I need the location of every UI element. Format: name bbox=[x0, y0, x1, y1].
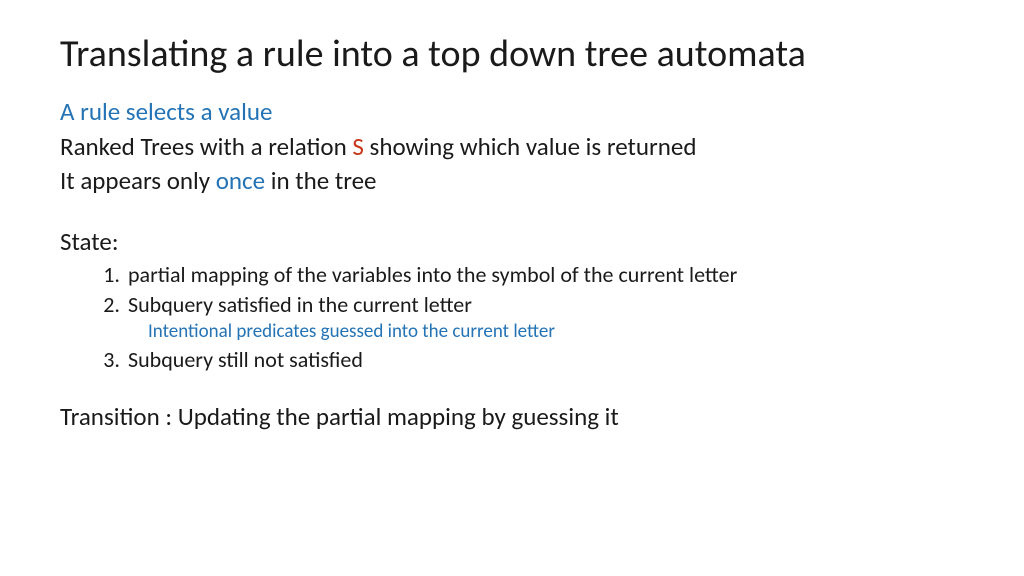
line1-part2: showing which value is returned bbox=[364, 131, 697, 162]
slide-title: Translating a rule into a top down tree … bbox=[60, 32, 964, 78]
list-text: partial mapping of the variables into th… bbox=[128, 261, 737, 288]
list-subnote: Intentional predicates guessed into the … bbox=[128, 319, 964, 345]
list-item: 3. Subquery still not satisfied bbox=[128, 345, 964, 375]
transition-line: Transition : Updating the partial mappin… bbox=[60, 401, 964, 434]
state-list: 1. partial mapping of the variables into… bbox=[60, 260, 964, 375]
line1-part1: Ranked Trees with a relation bbox=[60, 131, 352, 162]
highlight-s: S bbox=[352, 131, 364, 162]
line2-part2: in the tree bbox=[265, 165, 376, 196]
highlight-once: once bbox=[216, 165, 265, 196]
body-line-1: Ranked Trees with a relation S showing w… bbox=[60, 131, 964, 164]
list-text: Subquery still not satisfied bbox=[128, 346, 363, 373]
subtitle: A rule selects a value bbox=[60, 96, 964, 127]
list-number: 2. bbox=[90, 290, 120, 320]
line2-part1: It appears only bbox=[60, 165, 216, 196]
list-number: 3. bbox=[90, 345, 120, 375]
list-item: 2. Subquery satisfied in the current let… bbox=[128, 290, 964, 320]
state-label: State: bbox=[60, 226, 964, 259]
body-line-2: It appears only once in the tree bbox=[60, 165, 964, 198]
list-text: Subquery satisfied in the current letter bbox=[128, 291, 472, 318]
list-number: 1. bbox=[90, 260, 120, 290]
list-item: 1. partial mapping of the variables into… bbox=[128, 260, 964, 290]
